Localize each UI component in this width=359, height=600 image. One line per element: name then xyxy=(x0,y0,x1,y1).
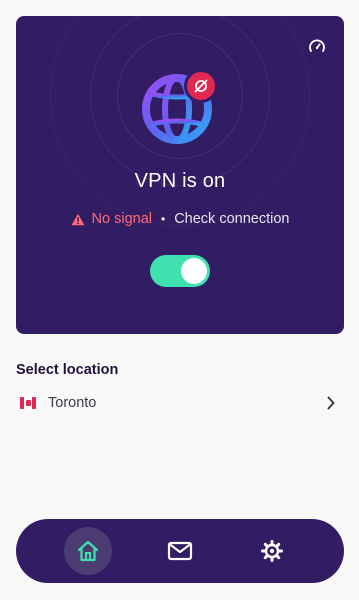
chevron-right-icon xyxy=(324,396,338,410)
vpn-status-card: VPN is on No signal • Check connection xyxy=(16,16,344,334)
location-selector[interactable]: Toronto xyxy=(16,388,344,418)
nav-home-button[interactable] xyxy=(64,527,112,575)
speedometer-icon[interactable] xyxy=(306,36,328,56)
nav-messages-button[interactable] xyxy=(156,527,204,575)
app-root: VPN is on No signal • Check connection S… xyxy=(0,0,359,600)
no-signal-icon xyxy=(194,79,208,93)
canada-flag-icon xyxy=(20,397,36,409)
bottom-nav xyxy=(16,519,344,583)
message-icon xyxy=(167,541,193,561)
gear-icon xyxy=(261,540,283,562)
vpn-toggle[interactable] xyxy=(150,255,210,287)
check-connection-link[interactable]: Check connection xyxy=(174,211,289,227)
location-heading: Select location xyxy=(16,362,119,378)
toggle-knob xyxy=(181,258,207,284)
warning-icon xyxy=(71,213,85,226)
status-separator: • xyxy=(160,212,166,226)
no-signal-badge xyxy=(184,69,218,103)
connection-status: No signal • Check connection xyxy=(16,211,344,227)
nav-settings-button[interactable] xyxy=(248,527,296,575)
globe-status xyxy=(140,68,220,148)
no-signal-text: No signal xyxy=(91,211,152,227)
vpn-status-title: VPN is on xyxy=(134,170,226,192)
location-name: Toronto xyxy=(48,395,97,411)
home-icon xyxy=(77,540,99,562)
